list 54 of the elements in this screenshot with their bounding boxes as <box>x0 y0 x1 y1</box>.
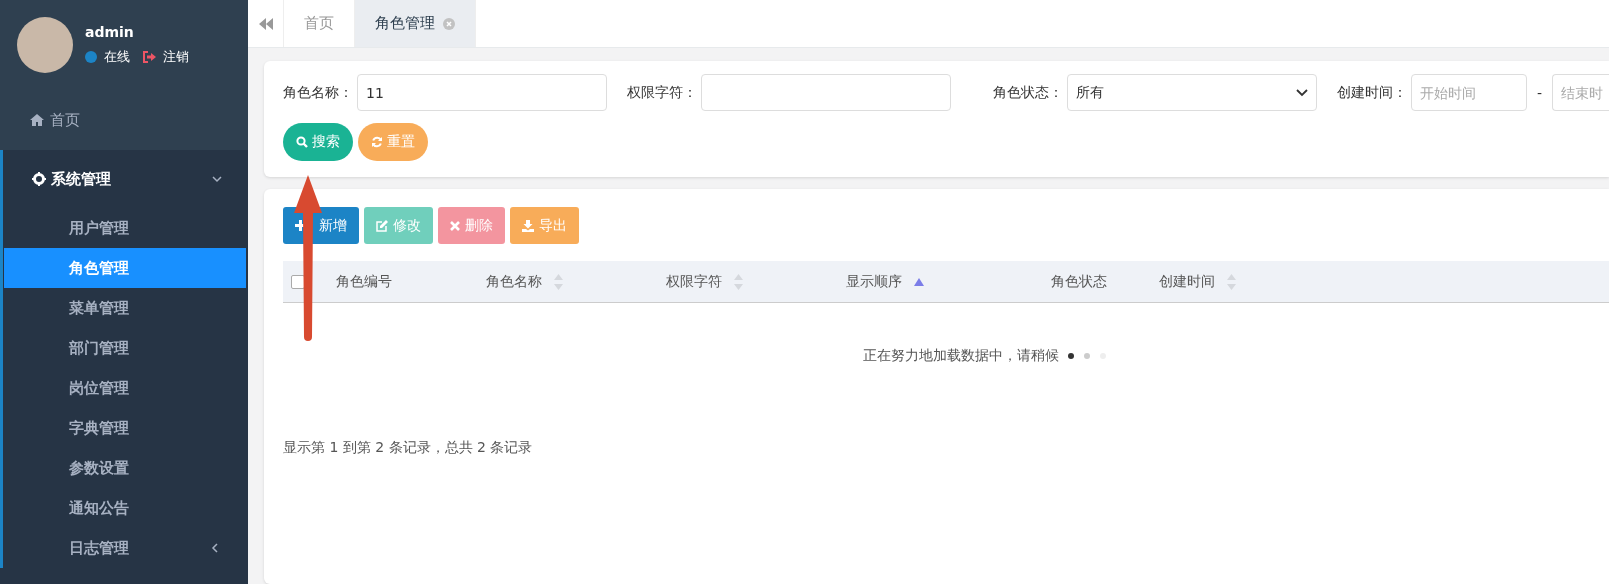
column-header[interactable]: 权限字符 <box>666 272 722 291</box>
chevron-icon <box>212 174 222 184</box>
range-separator: - <box>1537 84 1543 101</box>
menu-item[interactable]: 角色管理 <box>4 248 246 288</box>
field-label: 权限字符： <box>627 83 697 102</box>
logout-link[interactable]: 注销 <box>143 48 189 66</box>
download-icon <box>522 219 534 232</box>
date-field[interactable]: 开始时间 <box>1411 74 1527 111</box>
menu-item[interactable]: 日志管理 <box>4 528 246 568</box>
input-field[interactable]: 11 <box>357 74 607 111</box>
menu-item[interactable]: 系统管理 <box>3 150 248 208</box>
sort-icon[interactable] <box>734 273 743 290</box>
search-icon <box>296 136 308 148</box>
menu-item[interactable]: 参数设置 <box>4 448 246 488</box>
sort-icon[interactable] <box>554 273 563 290</box>
refresh-icon <box>371 136 383 148</box>
select-field[interactable]: 所有 <box>1067 74 1317 111</box>
column-header[interactable]: 创建时间 <box>1159 272 1215 291</box>
column-header[interactable]: 显示顺序 <box>846 272 902 291</box>
tab[interactable]: 角色管理 <box>355 0 476 47</box>
loading-dots-icon <box>1067 352 1109 360</box>
status-text: 在线 <box>104 48 130 66</box>
chevron-down-icon <box>1296 88 1308 97</box>
pagination-info: 显示第 1 到第 2 条记录，总共 2 条记录 <box>283 439 534 457</box>
menu-item[interactable]: 字典管理 <box>4 408 246 448</box>
close-icon[interactable] <box>443 17 455 30</box>
date-field[interactable]: 结束时 <box>1552 74 1609 111</box>
status-dot-icon <box>85 51 97 63</box>
chevron-icon <box>210 543 220 553</box>
double-left-icon <box>258 17 273 30</box>
menu-item[interactable]: 用户管理 <box>4 208 246 248</box>
home-icon <box>30 114 44 126</box>
menu-item[interactable]: 通知公告 <box>4 488 246 528</box>
input-field[interactable] <box>701 74 951 111</box>
logout-icon <box>143 51 156 63</box>
column-header[interactable]: 角色状态 <box>1051 272 1107 291</box>
menu-item[interactable]: 岗位管理 <box>4 368 246 408</box>
edit-icon <box>376 219 388 232</box>
sort-icon[interactable] <box>1227 273 1236 290</box>
loading-text: 正在努力地加载数据中，请稍候 <box>863 347 1059 365</box>
sort-ascending-icon[interactable] <box>914 277 924 286</box>
avatar-placeholder <box>17 17 73 73</box>
menu-item[interactable]: 首页 <box>0 90 248 150</box>
field-label: 角色名称： <box>283 83 353 102</box>
column-header[interactable]: 角色编号 <box>336 272 392 291</box>
user-name: admin <box>85 24 135 40</box>
menu-item[interactable]: 菜单管理 <box>4 288 246 328</box>
checkbox[interactable] <box>291 274 305 289</box>
field-label: 角色状态： <box>993 83 1063 102</box>
menu-item[interactable]: 部门管理 <box>4 328 246 368</box>
gear-icon <box>32 172 46 186</box>
close-icon <box>450 220 460 231</box>
field-label: 创建时间： <box>1337 83 1407 102</box>
column-header[interactable]: 角色名称 <box>486 272 542 291</box>
